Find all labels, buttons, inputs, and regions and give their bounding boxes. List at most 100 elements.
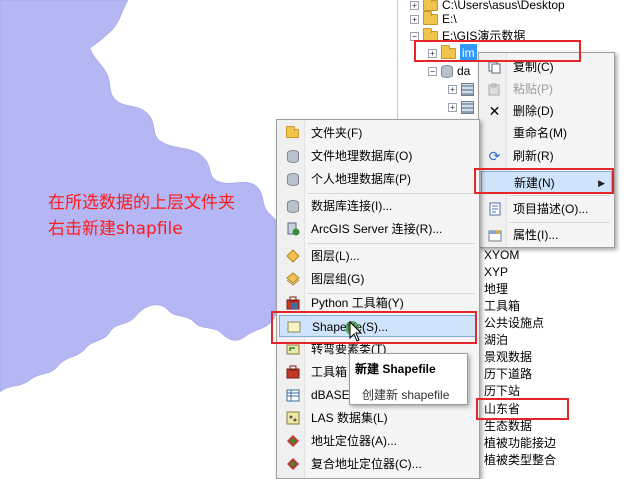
tree-row-selected-folder[interactable]: + im <box>428 44 477 62</box>
annotation-text: 在所选数据的上层文件夹 右击新建shapfile <box>48 190 235 242</box>
expand-icon[interactable]: + <box>410 0 419 10</box>
dbase-table-icon <box>285 388 300 402</box>
database-icon <box>441 64 453 78</box>
address-locator-icon <box>285 434 300 448</box>
menu-item-label: 文件夹(F) <box>311 126 363 140</box>
menu-item-label: 重命名(M) <box>513 126 567 140</box>
submenu-item-composite-locator[interactable]: 复合地址定位器(C)... <box>279 453 477 475</box>
submenu-arrow-icon: ▶ <box>598 178 605 188</box>
document-icon <box>487 202 502 216</box>
menu-item-label: 图层(L)... <box>311 249 360 263</box>
tree-row-raster[interactable]: + <box>448 98 474 116</box>
tree-row-label: E:\GIS演示数据 <box>442 29 526 43</box>
submenu-item-layer-group[interactable]: 图层组(G) <box>279 268 477 290</box>
menu-separator <box>509 195 610 196</box>
folder-icon <box>423 27 438 42</box>
list-item[interactable]: 历下站 <box>484 382 520 400</box>
list-item[interactable]: 历下道路 <box>484 365 532 383</box>
menu-item-new[interactable]: 新建(N) ▶ <box>481 171 612 193</box>
context-menu: 复制(C) 粘贴(P) ✕ 删除(D) 重命名(M) ⟳ 刷新(R) 新建(N)… <box>478 52 615 248</box>
folder-icon <box>441 44 456 59</box>
menu-item-label: 属性(I)... <box>513 228 559 242</box>
annotation-line-2: 右击新建shapfile <box>48 219 183 239</box>
composite-locator-icon <box>285 457 300 471</box>
layer-icon <box>285 249 300 263</box>
list-item[interactable]: 生态数据 <box>484 417 532 435</box>
menu-item-copy[interactable]: 复制(C) <box>481 56 612 78</box>
list-item[interactable]: 湖泊 <box>484 331 508 349</box>
menu-item-label: 地址定位器(A)... <box>311 434 397 448</box>
shapefile-icon <box>286 320 301 334</box>
tree-row-label: im <box>460 44 477 62</box>
expand-icon[interactable]: + <box>428 48 437 58</box>
menu-item-label: 删除(D) <box>513 104 554 118</box>
paste-icon <box>487 82 502 96</box>
list-item[interactable]: 景观数据 <box>484 348 532 366</box>
expand-icon[interactable]: + <box>448 84 457 94</box>
tree-row-label: C:\Users\asus\Desktop <box>442 0 565 12</box>
menu-item-label: ArcGIS Server 连接(R)... <box>311 222 443 236</box>
menu-item-label: 数据库连接(I)... <box>311 199 393 213</box>
submenu-item-arcgis-server-connection[interactable]: ArcGIS Server 连接(R)... <box>279 218 477 240</box>
list-item[interactable]: 植被类型整合 <box>484 451 556 469</box>
list-item[interactable]: XYP <box>484 263 508 281</box>
layer-group-icon <box>285 272 300 286</box>
refresh-icon: ⟳ <box>488 148 501 164</box>
list-item[interactable]: 植被功能接边 <box>484 434 556 452</box>
menu-item-label: 工具箱 <box>311 365 348 379</box>
menu-item-label: 粘贴(P) <box>513 82 553 96</box>
tree-row-label: da <box>457 64 471 78</box>
tree-row-database[interactable]: − da <box>428 62 470 80</box>
menu-item-delete[interactable]: ✕ 删除(D) <box>481 100 612 122</box>
arcgis-server-icon <box>285 222 300 236</box>
database-connection-icon <box>285 199 300 213</box>
folder-icon <box>423 0 438 11</box>
submenu-item-folder[interactable]: 文件夹(F) <box>279 122 477 144</box>
personal-geodatabase-icon <box>285 172 300 186</box>
shapefile-tooltip: 新建 Shapefile 创建新 shapefile <box>349 353 468 405</box>
collapse-icon[interactable]: − <box>428 66 437 76</box>
collapse-icon[interactable]: − <box>410 31 419 41</box>
menu-item-label: Python 工具箱(Y) <box>311 296 404 310</box>
tree-row-e-drive[interactable]: + E:\ <box>410 10 457 28</box>
file-geodatabase-icon <box>285 149 300 163</box>
list-item[interactable]: 工具箱 <box>484 297 520 315</box>
menu-item-label: LAS 数据集(L) <box>311 411 388 425</box>
menu-item-item-description[interactable]: 项目描述(O)... <box>481 198 612 220</box>
submenu-item-las-dataset[interactable]: LAS 数据集(L) <box>279 407 477 429</box>
delete-icon: ✕ <box>488 103 501 119</box>
expand-icon[interactable]: + <box>410 14 419 24</box>
list-item[interactable]: 地理 <box>484 280 508 298</box>
properties-icon <box>487 228 502 242</box>
menu-item-refresh[interactable]: ⟳ 刷新(R) <box>481 145 612 167</box>
tree-row-gis-demo-data[interactable]: − E:\GIS演示数据 <box>410 27 525 45</box>
menu-item-rename[interactable]: 重命名(M) <box>481 122 612 144</box>
submenu-item-personal-geodatabase[interactable]: 个人地理数据库(P) <box>279 168 477 190</box>
tree-row-raster[interactable]: + <box>448 80 474 98</box>
menu-item-properties[interactable]: 属性(I)... <box>481 224 612 246</box>
menu-item-label: 刷新(R) <box>513 149 554 163</box>
python-toolbox-icon <box>285 296 300 310</box>
menu-separator <box>509 168 610 169</box>
menu-item-label: 复合地址定位器(C)... <box>311 457 422 471</box>
turn-feature-class-icon <box>285 342 300 356</box>
menu-item-label: 图层组(G) <box>311 272 365 286</box>
submenu-item-shapefile[interactable]: Shapefile(S)... <box>279 315 477 337</box>
submenu-item-database-connection[interactable]: 数据库连接(I)... <box>279 195 477 217</box>
expand-icon[interactable]: + <box>448 102 457 112</box>
submenu-item-address-locator[interactable]: 地址定位器(A)... <box>279 430 477 452</box>
toolbox-icon <box>285 365 300 379</box>
menu-item-paste[interactable]: 粘贴(P) <box>481 78 612 100</box>
menu-separator <box>509 222 610 223</box>
submenu-item-python-toolbox[interactable]: Python 工具箱(Y) <box>279 292 477 314</box>
list-item[interactable]: XYOM <box>484 246 519 264</box>
mouse-cursor-icon <box>346 320 363 342</box>
tooltip-description: 创建新 shapefile <box>362 388 450 402</box>
list-item[interactable]: 公共设施点 <box>484 314 544 332</box>
tooltip-title: 新建 Shapefile <box>355 362 436 376</box>
submenu-item-layer[interactable]: 图层(L)... <box>279 245 477 267</box>
raster-icon <box>461 82 474 96</box>
menu-separator <box>307 193 475 194</box>
list-item[interactable]: 山东省 <box>484 400 520 418</box>
submenu-item-file-geodatabase[interactable]: 文件地理数据库(O) <box>279 145 477 167</box>
